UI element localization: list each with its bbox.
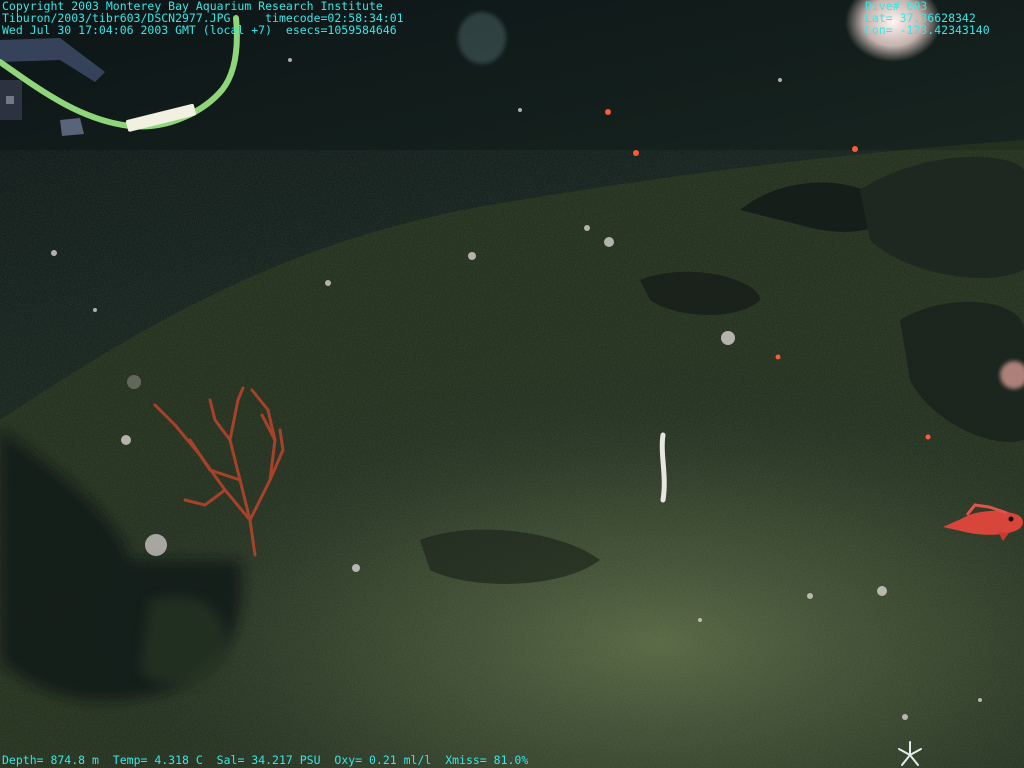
depth-text: Depth= 874.8 m — [2, 753, 99, 767]
longitude-text: Lon= -123.42343140 — [865, 23, 990, 37]
overlay-bottom: Depth= 874.8 m Temp= 4.318 C Sal= 34.217… — [2, 754, 528, 766]
datetime-text: Wed Jul 30 17:04:06 2003 GMT (local +7) — [2, 23, 273, 37]
sea-pen — [659, 432, 667, 503]
esecs-text: esecs=1059584646 — [285, 23, 397, 37]
vehicle-shadow-core — [140, 596, 226, 686]
temperature-text: Temp= 4.318 C — [112, 753, 203, 767]
transmissivity-text: Xmiss= 81.0% — [445, 753, 529, 767]
overlay-top-left: Copyright 2003 Monterey Bay Aquarium Res… — [2, 0, 404, 36]
overlay-top-right: Dive# 603 Lat= 37.36628342 Lon= -123.423… — [865, 0, 990, 36]
glass-sponge — [458, 12, 506, 64]
photo-frame: Copyright 2003 Monterey Bay Aquarium Res… — [0, 0, 1024, 768]
seafloor-scene — [0, 0, 1024, 768]
oxygen-text: Oxy= 0.21 ml/l — [334, 753, 432, 767]
salinity-text: Sal= 34.217 PSU — [216, 753, 321, 767]
